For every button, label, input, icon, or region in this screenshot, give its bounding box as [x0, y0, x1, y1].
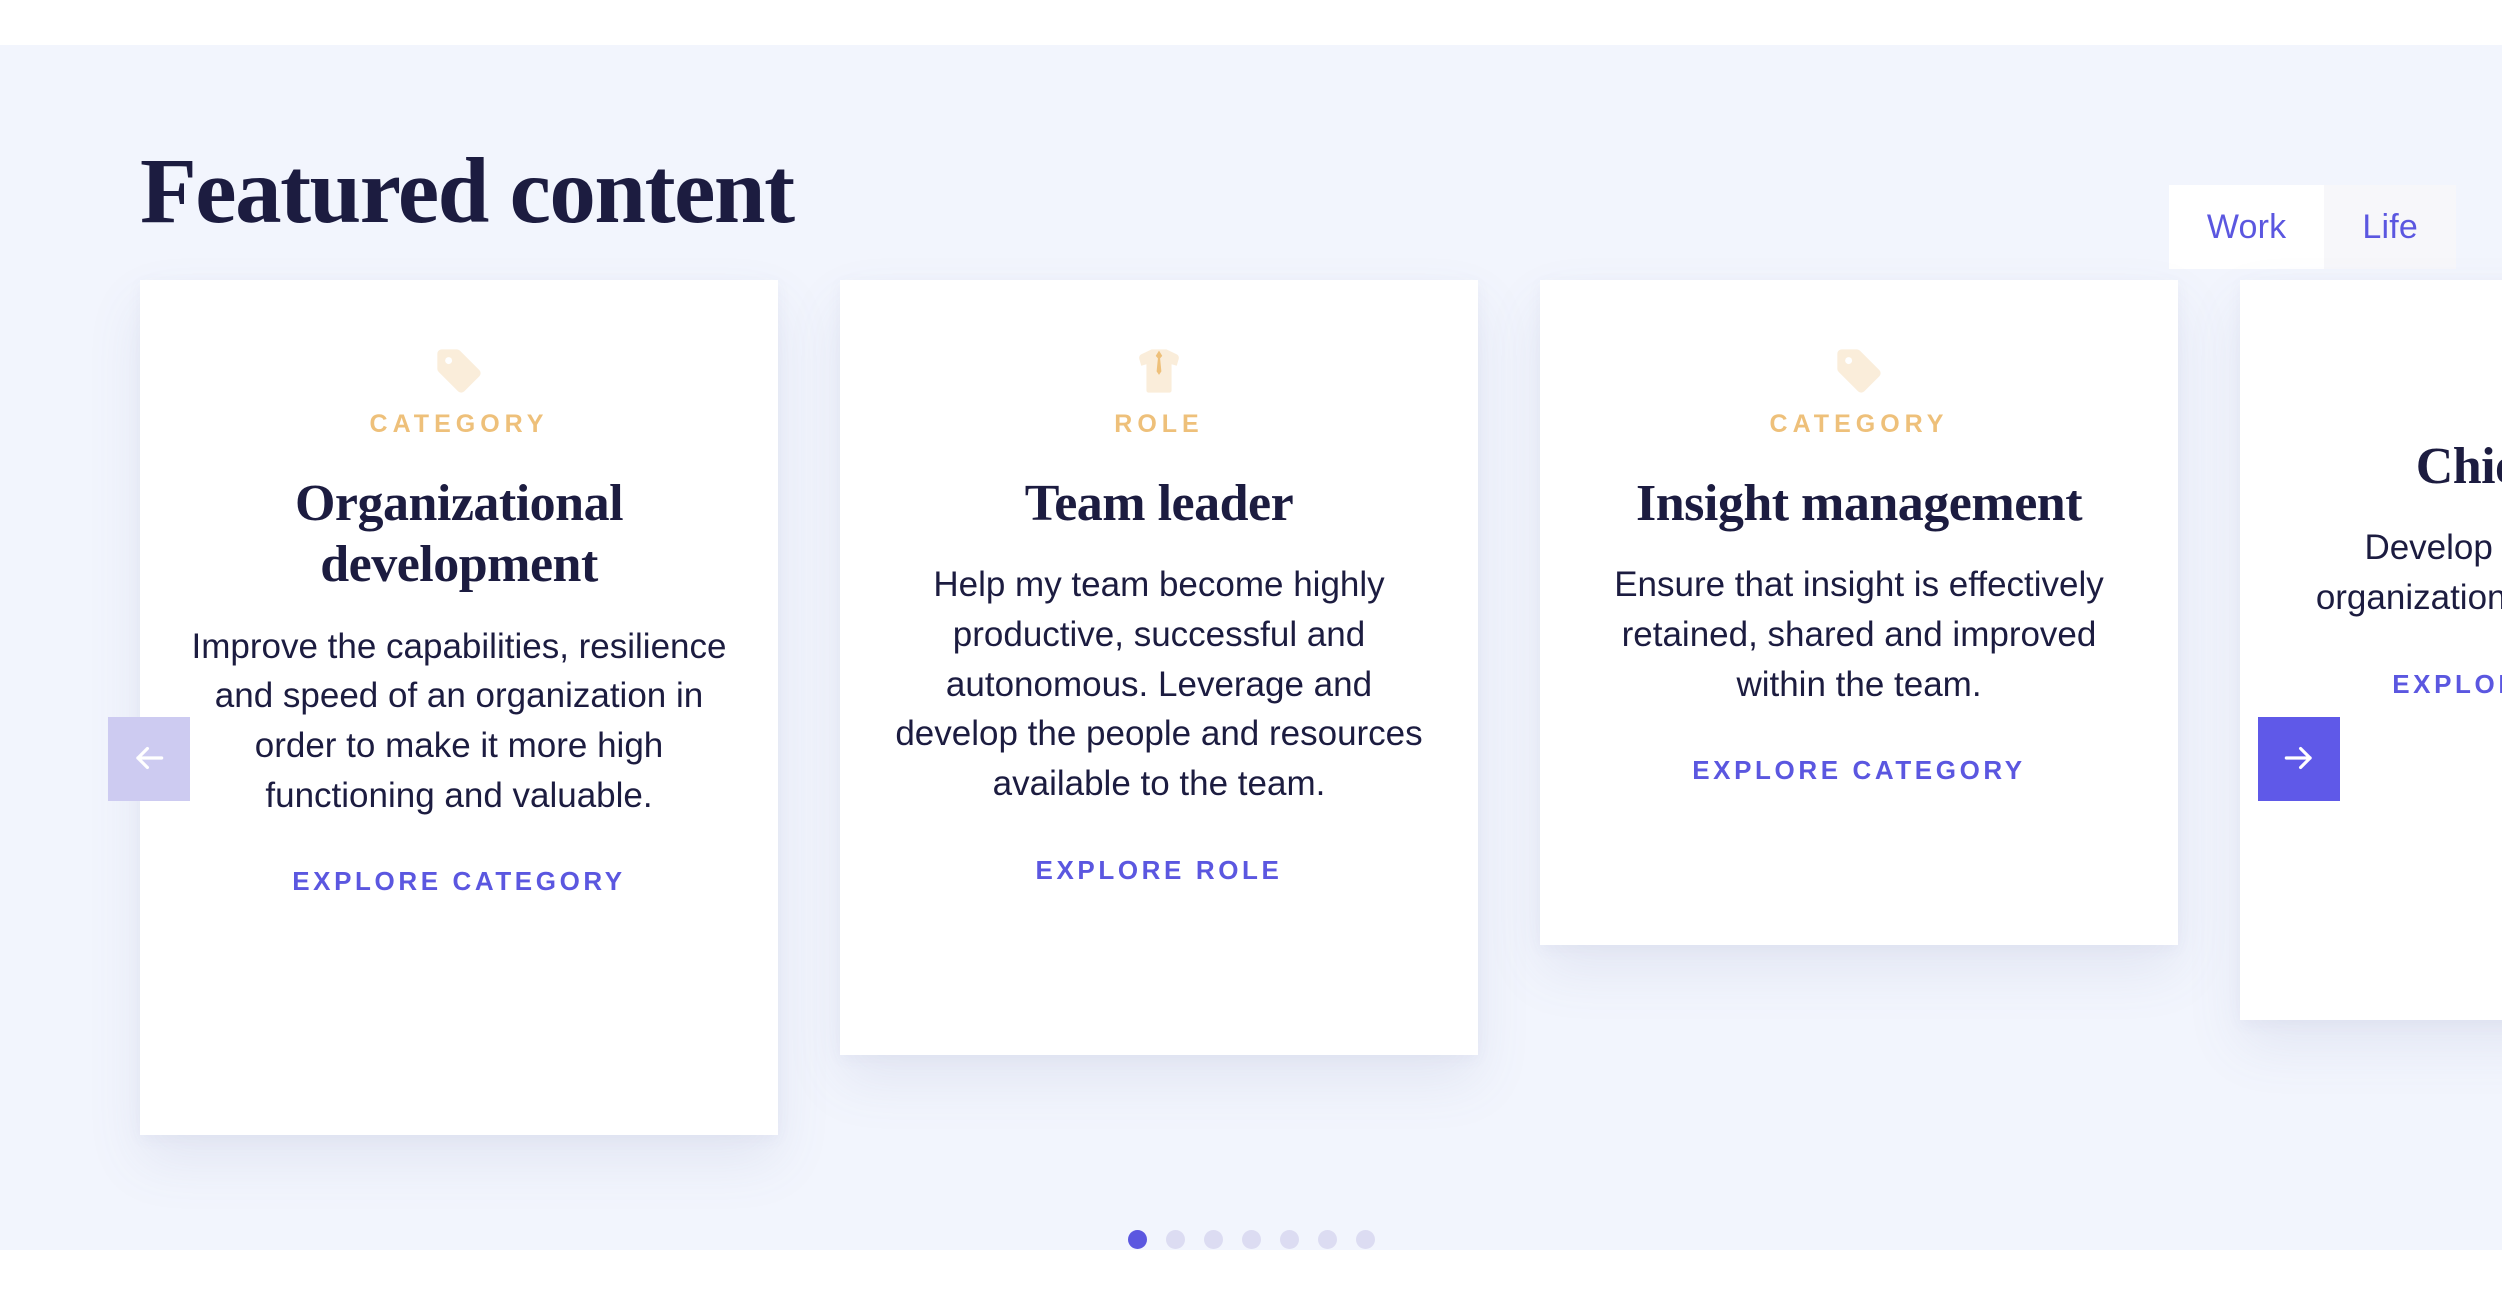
pagination-dot[interactable]: [1203, 1230, 1223, 1249]
featured-carousel: CATEGORY Organizational development Impr…: [0, 45, 2502, 1250]
explore-link[interactable]: EXPLORE CATEGORY: [1692, 755, 2026, 786]
card-body: Help my team become highly productive, s…: [895, 565, 1423, 804]
explore-link[interactable]: EXPLORE CATEGORY: [2392, 669, 2502, 700]
carousel-prev-button[interactable]: [108, 717, 190, 801]
carousel-next-button[interactable]: [2258, 717, 2340, 801]
tag-icon: [1584, 340, 2134, 402]
card-body: Improve the capabilities, resilience and…: [191, 626, 727, 815]
carousel-card[interactable]: ROLE Team leader Help my team become hig…: [840, 280, 1478, 1055]
page-bottom-strip: [0, 1250, 2502, 1304]
featured-content-section: Featured content Work Life CATEGORY Orga…: [0, 45, 2502, 1250]
pagination-dot[interactable]: [1317, 1230, 1337, 1249]
arrow-left-icon: [130, 739, 168, 780]
explore-link[interactable]: EXPLORE CATEGORY: [292, 866, 626, 897]
carousel-card[interactable]: Chief Officer Develop a highly resilient…: [2240, 280, 2502, 1020]
carousel-card[interactable]: CATEGORY Insight management Ensure that …: [1540, 280, 2178, 945]
pagination-dot[interactable]: [1279, 1230, 1299, 1249]
explore-link[interactable]: EXPLORE ROLE: [1036, 855, 1283, 886]
card-body: Ensure that insight is effectively retai…: [1614, 565, 2104, 704]
card-kicker: ROLE: [1114, 410, 1204, 438]
pagination-dot[interactable]: [1165, 1230, 1185, 1249]
tag-icon: [184, 340, 734, 402]
card-body: Develop a highly resilient organization …: [2315, 528, 2502, 618]
tag-icon: [2284, 340, 2502, 402]
card-title: Organizational development: [294, 475, 624, 594]
card-kicker: CATEGORY: [369, 410, 549, 438]
pagination-dot[interactable]: [1127, 1230, 1147, 1249]
pagination-dot[interactable]: [1355, 1230, 1375, 1249]
shirt-tie-icon: [884, 340, 1434, 402]
pagination-dot[interactable]: [1241, 1230, 1261, 1249]
carousel-pagination: [0, 1230, 2502, 1249]
card-title: Chief Officer: [2415, 438, 2502, 495]
card-title: Team leader: [1024, 475, 1294, 532]
carousel-card[interactable]: CATEGORY Organizational development Impr…: [140, 280, 778, 1135]
card-kicker: CATEGORY: [1769, 410, 1949, 438]
card-title: Insight management: [1635, 475, 2083, 532]
arrow-right-icon: [2280, 739, 2318, 780]
